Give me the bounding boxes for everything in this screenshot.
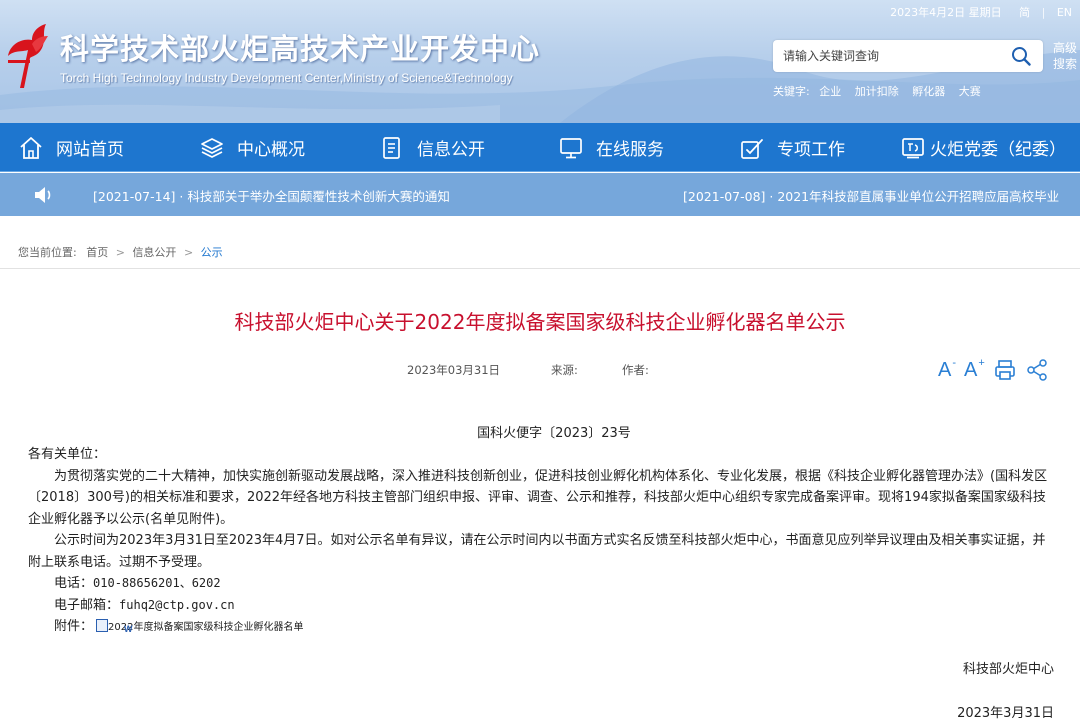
breadcrumb-separator: >	[115, 246, 125, 259]
keyword-link[interactable]: 孵化器	[912, 85, 945, 98]
contact-phone: 电话：010-88656201、6202	[28, 573, 1052, 595]
home-icon	[20, 136, 42, 159]
lang-english-link[interactable]: EN	[1057, 6, 1072, 19]
nav-label: 专项工作	[777, 140, 845, 160]
paragraph: 为贯彻落实党的二十大精神，加快实施创新驱动发展战略，深入推进科技创新创业，促进科…	[28, 468, 1048, 527]
divider	[0, 268, 1080, 269]
task-icon	[741, 138, 763, 159]
phone-label: 电话：	[54, 576, 94, 591]
search-box	[773, 40, 1043, 72]
site-header: 科学技术部火炬高技术产业开发中心 Torch High Technology I…	[0, 0, 1080, 123]
salutation: 各有关单位：	[28, 447, 107, 462]
email-label: 电子邮箱：	[54, 597, 120, 613]
speaker-icon	[35, 187, 51, 203]
search-input[interactable]	[781, 46, 1001, 66]
keyword-link[interactable]: 企业	[819, 85, 841, 98]
main-nav: 网站首页 中心概况 信息公开 在线服务 专项工作 火炬党委（纪委）	[0, 123, 1080, 172]
nav-label: 中心概况	[237, 140, 305, 160]
layers-icon	[201, 137, 223, 158]
font-decrease-button[interactable]: A-	[938, 358, 956, 382]
nav-label: 火炬党委（纪委）	[930, 140, 1066, 160]
attachment-label: 附件：	[54, 619, 94, 634]
document-number: 国科火便字〔2023〕23号	[477, 426, 631, 441]
article-tools: A- A +	[938, 356, 1057, 384]
notice-ticker: [2021-07-14] · 科技部关于举办全国颠覆性技术创新大赛的通知 [20…	[0, 173, 1080, 216]
current-date: 2023年4月2日 星期日	[890, 6, 1002, 19]
breadcrumb: 您当前位置: 首页 > 信息公开 > 公示	[18, 244, 223, 260]
date-language-bar: 2023年4月2日 星期日 简 | EN	[886, 4, 1072, 20]
hot-keywords: 关键字: 企业 加计扣除 孵化器 大赛	[773, 83, 991, 99]
nav-item-online-service[interactable]: 在线服务	[558, 123, 664, 172]
font-decrease-sign: -	[952, 357, 957, 369]
keyword-link[interactable]: 大赛	[959, 85, 981, 98]
article-author-label: 作者:	[622, 363, 649, 377]
nav-item-party-committee[interactable]: 火炬党委（纪委）	[900, 123, 1066, 172]
lang-separator: |	[1041, 6, 1046, 19]
breadcrumb-current[interactable]: 公示	[201, 246, 223, 259]
party-icon	[902, 137, 924, 158]
search-icon[interactable]	[1011, 46, 1031, 66]
nav-item-info[interactable]: 信息公开	[379, 123, 485, 172]
article-source-label: 来源:	[551, 363, 578, 377]
site-title[interactable]: 科学技术部火炬高技术产业开发中心	[60, 26, 540, 68]
breadcrumb-label: 您当前位置:	[18, 246, 77, 259]
breadcrumb-separator: >	[183, 246, 194, 259]
sign-date: 2023年3月31日	[957, 706, 1054, 721]
share-icon	[1027, 359, 1047, 381]
nav-item-overview[interactable]: 中心概况	[199, 123, 305, 172]
keywords-label: 关键字:	[773, 85, 810, 98]
keyword-link[interactable]: 加计扣除	[855, 85, 899, 98]
breadcrumb-info[interactable]: 信息公开	[132, 246, 176, 259]
font-size-glyph: A	[938, 359, 952, 381]
font-increase-button[interactable]: A +	[964, 358, 985, 382]
font-size-glyph: A	[964, 359, 978, 381]
share-button[interactable]	[1025, 358, 1049, 382]
document-icon	[383, 136, 400, 159]
advanced-search-link[interactable]: 高级搜索	[1053, 40, 1080, 72]
lang-simplified-link[interactable]: 简	[1019, 6, 1030, 19]
print-button[interactable]	[993, 358, 1017, 382]
torch-logo-icon[interactable]	[2, 20, 52, 90]
article-body: 各有关单位： 为贯彻落实党的二十大精神，加快实施创新驱动发展战略，深入推进科技创…	[28, 444, 1052, 641]
print-icon	[994, 360, 1015, 380]
phone-value: 010-88656201、6202	[93, 576, 221, 590]
nav-item-home[interactable]: 网站首页	[18, 123, 124, 172]
breadcrumb-home[interactable]: 首页	[86, 246, 108, 259]
article-date: 2023年03月31日	[407, 363, 501, 377]
nav-label: 网站首页	[56, 140, 124, 160]
nav-label: 在线服务	[596, 140, 664, 160]
word-file-icon[interactable]	[96, 619, 133, 641]
email-value: fuhq2@ctp.gov.cn	[119, 597, 235, 612]
attachment-link[interactable]: 2022年度拟备案国家级科技企业孵化器名单	[108, 622, 303, 633]
attachment-row: 附件： 2022年度拟备案国家级科技企业孵化器名单	[28, 616, 1052, 641]
signer: 科技部火炬中心	[962, 662, 1054, 677]
site-subtitle: Torch High Technology Industry Developme…	[60, 71, 513, 85]
contact-email: 电子邮箱：fuhq2@ctp.gov.cn	[28, 595, 1052, 617]
notice-link[interactable]: [2021-07-08] · 2021年科技部直属事业单位公开招聘应届高校毕业	[683, 186, 1059, 205]
paragraph: 公示时间为2023年3月31日至2023年4月7日。如对公示名单有异议，请在公示…	[28, 533, 1046, 570]
monitor-icon	[560, 137, 582, 158]
font-increase-sign: +	[978, 357, 985, 369]
notice-link[interactable]: [2021-07-14] · 科技部关于举办全国颠覆性技术创新大赛的通知	[93, 186, 450, 205]
nav-item-special-work[interactable]: 专项工作	[739, 123, 845, 172]
nav-label: 信息公开	[417, 140, 485, 160]
article-title: 科技部火炬中心关于2022年度拟备案国家级科技企业孵化器名单公示	[234, 310, 846, 334]
